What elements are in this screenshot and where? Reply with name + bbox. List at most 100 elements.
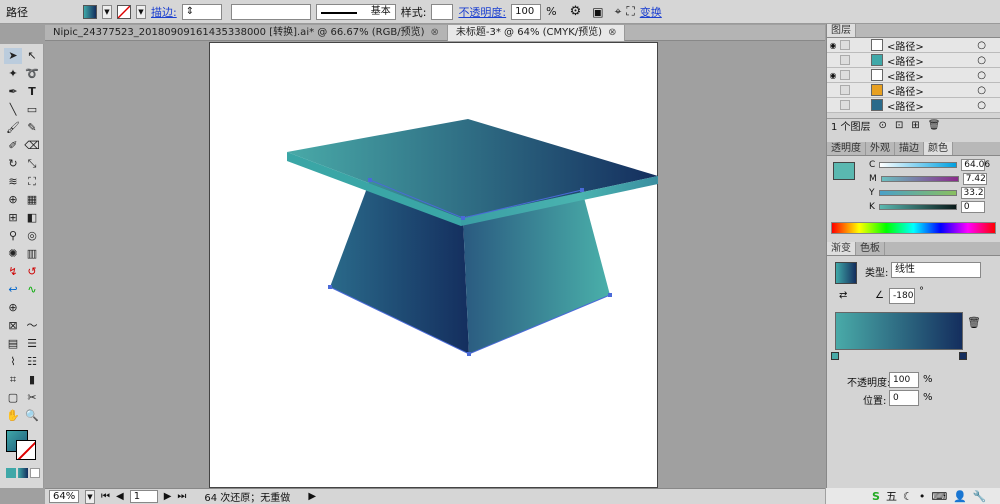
tab-layers[interactable]: 图层 [827,24,856,37]
blob-brush-icon[interactable]: ✐ [4,138,22,154]
gradient-type-select[interactable]: 线性 [891,262,981,278]
anchor-point[interactable] [608,293,612,297]
yellow-slider-row[interactable]: Y 33.2 [865,186,1000,200]
anchor-point[interactable] [580,188,584,192]
wrench-icon[interactable]: 🔧 [973,490,987,503]
fill-dropdown[interactable]: ▼ [102,4,112,19]
black-slider-row[interactable]: K0 [865,200,1000,214]
locate-icon[interactable]: ⊙ [879,120,887,131]
symbol-sprayer-icon[interactable]: ✺ [4,246,22,262]
cyan-track[interactable] [879,162,958,168]
moon-icon[interactable]: ☾ [903,490,913,503]
tab-appearance[interactable]: 外观 [866,142,895,155]
graph-line-icon[interactable]: ⌇ [4,354,22,370]
anchor-point[interactable] [368,178,372,182]
path-tool-icon[interactable]: ↩ [4,282,22,298]
transform-icon[interactable]: ⛶ [626,4,634,19]
gradient-mode-icon[interactable] [18,468,28,478]
stroke-profile-select[interactable]: 基本 [315,3,396,20]
tab-stroke[interactable]: 描边 [895,142,924,155]
stroke-dropdown[interactable]: ▼ [136,4,146,19]
tab-document-2[interactable]: 未标题-3* @ 64% (CMYK/预览) ⊗ [447,25,626,41]
magenta-track[interactable] [880,176,959,182]
gradient-tool-icon[interactable]: ◧ [23,210,41,226]
gradient-ramp[interactable] [835,312,963,350]
reverse-gradient-icon[interactable]: ⇄ [839,290,847,301]
punctuation-icon[interactable]: • [919,490,926,503]
blend-tool-icon[interactable]: ◎ [23,228,41,244]
new-layer-icon[interactable]: ⊞ [911,120,919,131]
zoom-tool-icon[interactable]: 🔍 [23,408,41,424]
anchor-add-icon[interactable]: ↯ [4,264,22,280]
color-mode-icon[interactable] [6,468,16,478]
angle-field[interactable]: -180 [889,288,915,304]
hand-tool-icon[interactable]: ✋ [4,408,22,424]
keyboard-icon[interactable]: ⌨ [931,490,947,503]
layer-row[interactable]: <路径> ○ [827,53,1000,68]
list-icon[interactable]: ☷ [23,354,41,370]
recolor-icon[interactable]: ⚙ [570,4,582,19]
magic-wand-icon[interactable]: ✦ [4,66,22,82]
target-icon[interactable]: ○ [977,40,986,51]
transform-link[interactable]: 变换 [640,4,662,20]
stroke-none-swatch[interactable] [16,440,36,460]
tab-transparency[interactable]: 透明度 [827,142,866,155]
slice-tool-icon[interactable]: ✂ [23,390,41,406]
layer-row[interactable]: <路径> ○ [827,83,1000,98]
eye-icon[interactable]: ◉ [827,41,839,50]
delete-icon[interactable]: 🗑 [928,120,941,131]
ime-mode-label[interactable]: 五 [886,488,897,504]
delete-stop-icon[interactable]: 🗑 [967,316,981,329]
line-tool-icon[interactable]: ╲ [4,102,22,118]
eye-icon[interactable]: ◉ [827,71,839,80]
stroke-swatch[interactable] [117,4,131,19]
tab-gradient[interactable]: 渐变 [827,242,856,255]
type-tool-icon[interactable]: T [23,84,41,100]
chat-tool-icon[interactable]: ☰ [23,336,41,352]
fill-stroke-indicator[interactable] [6,430,38,460]
new-sublayer-icon[interactable]: ⊡ [895,120,903,131]
opacity-field[interactable]: 100 [511,3,542,20]
anchor-point[interactable] [467,352,471,356]
column-graph-icon[interactable]: ▥ [23,246,41,262]
layer-row[interactable]: ◉ <路径> ○ [827,68,1000,83]
style-select[interactable] [431,3,454,20]
smooth-tool-icon[interactable]: ∿ [23,282,41,298]
layer-row[interactable]: <路径> ○ [827,98,1000,113]
rectangle-tool-icon[interactable]: ▭ [23,102,41,118]
prev-page-icon[interactable]: ⏮ [101,491,110,502]
eraser-icon[interactable]: ⌫ [23,138,41,154]
cap-board-top[interactable] [287,119,658,218]
perspective-grid-icon[interactable]: ▦ [23,192,41,208]
eyedropper-icon[interactable]: ⚲ [4,228,22,244]
lock-toggle[interactable] [840,85,850,95]
align-icon[interactable]: ▣ [592,5,603,19]
close-icon[interactable]: ⊗ [431,27,439,38]
magenta-value[interactable]: 7.42 [962,173,987,185]
pen-tool-icon[interactable]: ✒ [4,84,22,100]
zoom-field[interactable]: 64% [49,490,79,503]
user-icon[interactable]: 👤 [953,490,967,503]
cyan-value[interactable]: 64.06 [961,159,990,171]
direct-selection-tool-icon[interactable]: ↖ [23,48,41,64]
shape-builder-icon[interactable]: ⊕ [4,192,22,208]
selection-tool-icon[interactable]: ➤ [4,48,22,64]
lock-toggle[interactable] [840,40,850,50]
target-icon[interactable]: ○ [977,85,986,96]
stroke-select[interactable] [230,3,311,20]
stroke-link[interactable]: 描边: [151,4,177,20]
magenta-slider-row[interactable]: M 7.42 [865,172,1000,186]
prev-icon[interactable]: ◀ [116,491,124,502]
anchor-point[interactable] [328,285,332,289]
lasso-icon[interactable]: ➰ [23,66,41,82]
tab-swatches[interactable]: 色板 [856,242,885,255]
anchor-point[interactable] [461,216,465,220]
artboard-tool-icon[interactable]: ▢ [4,390,22,406]
target-icon[interactable]: ○ [977,100,986,111]
gradient-preview-swatch[interactable] [835,262,857,284]
black-track[interactable] [878,204,957,210]
target-icon[interactable]: ○ [977,55,986,66]
next-icon[interactable]: ▶ [164,491,172,502]
layer-row[interactable]: ◉ <路径> ○ [827,38,1000,53]
graduation-cap-artwork[interactable] [45,42,825,488]
